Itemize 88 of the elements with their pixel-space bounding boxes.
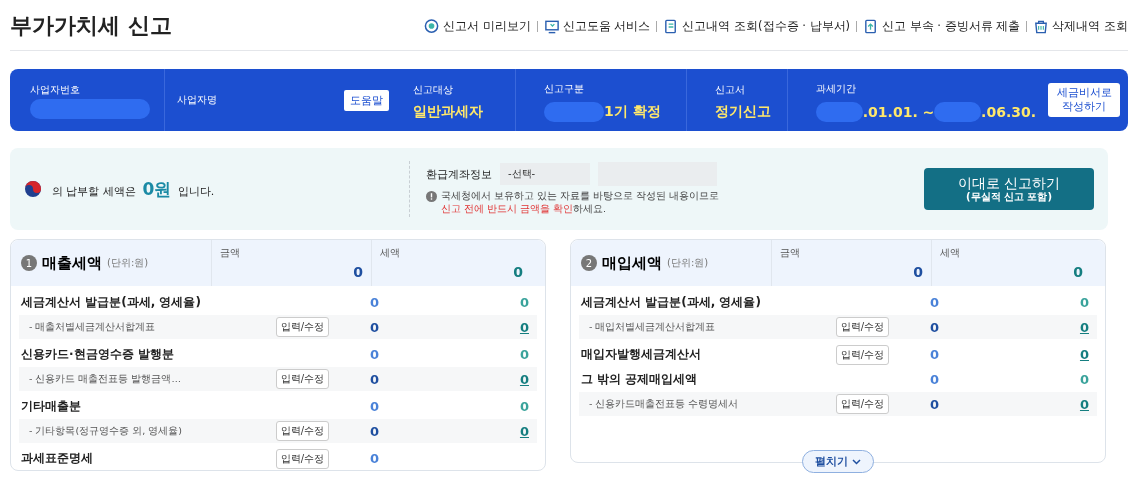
tax-due-text: 의 납부할 세액은 0원 입니다.: [52, 177, 215, 201]
row-label: 세금계산서 발급분(과세, 영세율): [21, 294, 201, 311]
header-link[interactable]: 신고 부속 · 증빙서류 제출: [863, 17, 1021, 35]
amount-value: 0: [368, 399, 379, 414]
row-label: - 매출처별세금계산서합계표: [29, 320, 156, 334]
submit-button[interactable]: 이대로 신고하기 (무실적 신고 포함): [924, 168, 1094, 210]
total-amount: 0: [913, 264, 923, 280]
field-label: 신고대상: [413, 83, 454, 97]
section-number: 2: [581, 255, 597, 271]
redaction-mark: [934, 102, 982, 122]
amount-value: 0: [928, 295, 939, 310]
edit-button[interactable]: 입력/수정: [835, 394, 889, 414]
expand-button[interactable]: 펼치기: [802, 450, 874, 473]
edit-button[interactable]: 입력/수정: [835, 344, 889, 365]
magnifier-icon: [424, 17, 441, 35]
column-label: 세액: [940, 246, 960, 260]
row-label: 세금계산서 발급분(과세, 영세율): [581, 294, 761, 311]
column-label: 금액: [220, 246, 240, 260]
redaction-mark: [816, 102, 863, 122]
chevron-down-icon: [852, 458, 861, 465]
field-value: 정기신고: [715, 103, 771, 121]
unit-label: (단위:원): [667, 256, 709, 270]
tax-value-link[interactable]: 0: [939, 396, 1089, 412]
row-label: 신용카드·현금영수증 발행분: [21, 346, 174, 363]
amount-value: 0: [368, 451, 379, 466]
total-tax: 0: [1073, 264, 1083, 280]
page-title: 부가가치세 신고: [10, 12, 172, 40]
field-value: 1기 확정: [604, 103, 661, 121]
amount-value: 0: [928, 372, 939, 387]
amount-value: 0: [928, 347, 939, 362]
field-value: .06.30.: [981, 104, 1036, 120]
row-label: - 기타항목(정규영수증 외, 영세율): [29, 424, 182, 438]
field-label: 신고구분: [544, 82, 585, 96]
header-link[interactable]: 신고도움 서비스: [543, 17, 651, 35]
tax-value: 0: [518, 399, 529, 414]
edit-button[interactable]: 입력/수정: [275, 369, 329, 389]
tax-value: 0: [1078, 295, 1089, 310]
field-value: 일반과세자: [413, 103, 483, 121]
amount-value: 0: [928, 396, 939, 412]
field-label: 환급계좌정보: [426, 166, 492, 182]
field-value: .01.01. ~: [862, 104, 935, 120]
amount-value: 0: [368, 319, 379, 335]
tax-value: 0: [518, 347, 529, 362]
row-label: - 신용카드 매출전표등 발행금액…: [29, 372, 181, 386]
exclamation-icon: [426, 191, 437, 203]
tax-value: 0: [518, 295, 529, 310]
row-label: 그 밖의 공제매입세액: [581, 371, 698, 388]
taegeuk-icon: [24, 180, 42, 198]
redaction-mark: [544, 102, 604, 122]
amount-value: 0: [368, 423, 379, 439]
section-title: 매입세액: [602, 253, 662, 273]
field-label: 과세기간: [816, 82, 857, 96]
edit-button[interactable]: 입력/수정: [275, 448, 329, 469]
header-link[interactable]: 삭제내역 조회: [1033, 17, 1128, 35]
tax-value: 0: [1078, 372, 1089, 387]
tax-value-link[interactable]: 0: [379, 319, 529, 335]
amount-value: 0: [368, 347, 379, 362]
header-link[interactable]: 신고서 미리보기: [424, 17, 531, 35]
header-link[interactable]: 신고내역 조회(접수증 · 납부서): [663, 17, 851, 35]
unit-label: (단위:원): [107, 256, 149, 270]
field-label: 신고서: [715, 83, 746, 97]
tax-value-link[interactable]: 0: [379, 423, 529, 439]
total-tax: 0: [513, 264, 523, 280]
tax-assistant-button[interactable]: 세금비서로 작성하기: [1048, 83, 1120, 117]
row-label: 과세표준명세: [21, 450, 93, 467]
amount-value: 0: [368, 295, 379, 310]
section-number: 1: [21, 255, 37, 271]
column-label: 금액: [780, 246, 800, 260]
row-label: 기타매출분: [21, 398, 81, 415]
edit-button[interactable]: 입력/수정: [835, 317, 889, 337]
notice-text: 국세청에서 보유하고 있는 자료를 바탕으로 작성된 내용이므로 신고 전에 반드시 금액을 확인하세요.: [441, 190, 720, 216]
row-label: - 신용카드매출전표등 수령명세서: [589, 397, 739, 411]
section-title: 매출세액: [42, 253, 102, 273]
field-label: 사업자명: [176, 93, 217, 107]
tax-value-link[interactable]: 0: [939, 319, 1089, 335]
account-select[interactable]: -선택-: [500, 163, 590, 186]
tax-value-link[interactable]: 0: [939, 347, 1089, 362]
field-label: 사업자번호: [30, 83, 81, 97]
amount-value: 0: [368, 371, 379, 387]
help-button[interactable]: 도움말: [344, 89, 389, 111]
row-label: 매입자발행세금계산서: [581, 346, 701, 363]
edit-button[interactable]: 입력/수정: [275, 317, 329, 337]
total-amount: 0: [353, 264, 363, 280]
tax-value-link[interactable]: 0: [379, 371, 529, 387]
row-label: - 매입처별세금계산서합계표: [589, 320, 716, 334]
amount-value: 0: [928, 319, 939, 335]
column-label: 세액: [380, 246, 400, 260]
edit-button[interactable]: 입력/수정: [275, 421, 329, 441]
